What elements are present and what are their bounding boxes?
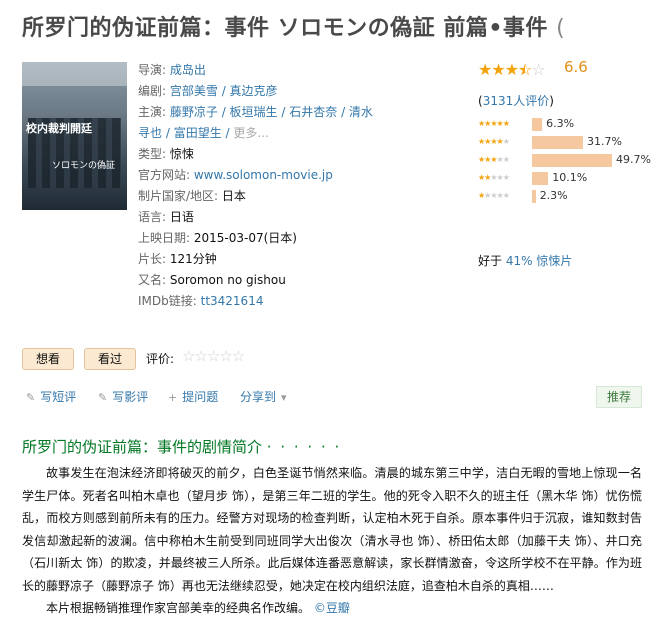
share-link[interactable]: 分享到 ▾ [240,388,292,405]
aka-value: Soromon no gishou [169,273,286,287]
recommend-button[interactable]: 推荐 [596,386,642,408]
synopsis-text: 故事发生在泡沫经济即将破灭的前夕，白色圣诞节悄然来临。清晨的城东第三中学，洁白无… [22,462,642,620]
douban-source-link[interactable]: ©豆瓣 [314,601,350,615]
cast-link[interactable]: 富田望生 [174,126,222,140]
rating-percent: 49.7% [616,153,651,166]
genre-label: 类型: [138,147,170,161]
runtime-value: 121分钟 [169,252,217,266]
chevron-down-icon: ▾ [281,391,287,404]
page-title: 所罗门的伪证前篇：事件 ソロモンの偽証 前篇•事件 ( [22,16,566,41]
director-label: 导演: [138,63,170,77]
write-short-review-link[interactable]: ✎ 写短评 [26,388,76,405]
site-label: 官方网站: [138,168,194,182]
rating-bar [532,190,536,203]
release-label: 上映日期: [138,231,194,245]
synopsis-heading: 所罗门的伪证前篇：事件的剧情简介 · · · · · · [22,438,342,456]
watched-button[interactable]: 看过 [84,348,136,370]
movie-poster[interactable]: 校内裁判開廷 ソロモンの偽証 [22,62,127,210]
rating-percent: 6.3% [546,117,575,130]
better-than: 好于 41% 惊悚片 [478,254,573,268]
rating-percent: 31.7% [587,135,622,148]
rating-bar [532,172,549,185]
pen-icon: ✎ [98,391,108,404]
star-row-icon: ★★★★★ [478,119,510,128]
poster-subtitle: ソロモンの偽証 [52,161,116,171]
poster-headline: 校内裁判開廷 [26,122,92,135]
rating-percent: 10.1% [552,171,588,184]
synopsis-paragraph: 本片根据畅销推理作家宫部美幸的经典名作改编。 ©豆瓣 [46,601,350,615]
want-to-watch-button[interactable]: 想看 [22,348,74,370]
comment-icon: ✎ [26,391,36,404]
star-row-icon: ★★★★★ [478,137,510,146]
synopsis-paragraph: 故事发生在泡沫经济即将破灭的前夕，白色圣诞节悄然来临。清晨的城东第三中学，洁白无… [22,466,642,593]
ask-question-link[interactable]: + 提问题 [168,388,218,405]
aka-label: 又名: [138,273,170,287]
cast-link[interactable]: 寻也 [138,126,162,140]
language-value: 日语 [169,210,194,224]
writer-link[interactable]: 真边克彦 [230,84,278,98]
official-site-link[interactable]: www.solomon-movie.jp [194,168,333,182]
star-row-icon: ★★★★★ [478,191,510,200]
release-value: 2015-03-07(日本) [193,231,297,245]
country-value: 日本 [221,189,246,203]
rating-bar [532,136,584,149]
cast-link[interactable]: 清水 [349,105,373,119]
rating-bar [532,154,612,167]
rating-bar [532,118,543,131]
plus-icon: + [168,391,178,404]
rate-label: 评价: [146,352,175,366]
write-review-link[interactable]: ✎ 写影评 [98,388,148,405]
cast-label: 主演: [138,105,170,119]
director-link[interactable]: 成岛出 [170,63,206,77]
rating-votes: (3131人评价) [478,94,554,108]
movie-info: 导演: 成岛出 编剧: 宫部美雪 / 真边克彦 主演: 藤野凉子 / 板垣瑞生 … [138,63,373,308]
rate-stars-input[interactable]: ☆☆☆☆☆ [182,347,245,365]
better-than-link[interactable]: 41% 惊悚片 [506,254,573,268]
genre-value: 惊悚 [169,147,194,161]
writer-link[interactable]: 宫部美雪 [170,84,218,98]
writer-label: 编剧: [138,84,170,98]
cast-link[interactable]: 藤野凉子 [170,105,218,119]
cast-link[interactable]: 石井杏奈 [289,105,337,119]
imdb-label: IMDb链接: [138,294,201,308]
imdb-link[interactable]: tt3421614 [201,294,264,308]
cast-more-link[interactable]: 更多... [233,126,268,140]
cast-link[interactable]: 板垣瑞生 [230,105,278,119]
rating-percent: 2.3% [539,189,568,202]
language-label: 语言: [138,210,170,224]
runtime-label: 片长: [138,252,170,266]
rating-score: 6.6 [564,58,588,76]
country-label: 制片国家/地区: [138,189,222,203]
votes-link[interactable]: 3131人评价 [483,94,550,108]
star-row-icon: ★★★★★ [478,173,510,182]
star-row-icon: ★★★★★ [478,155,510,164]
rating-stars-icon: ★★★☆★☆ [478,60,546,79]
